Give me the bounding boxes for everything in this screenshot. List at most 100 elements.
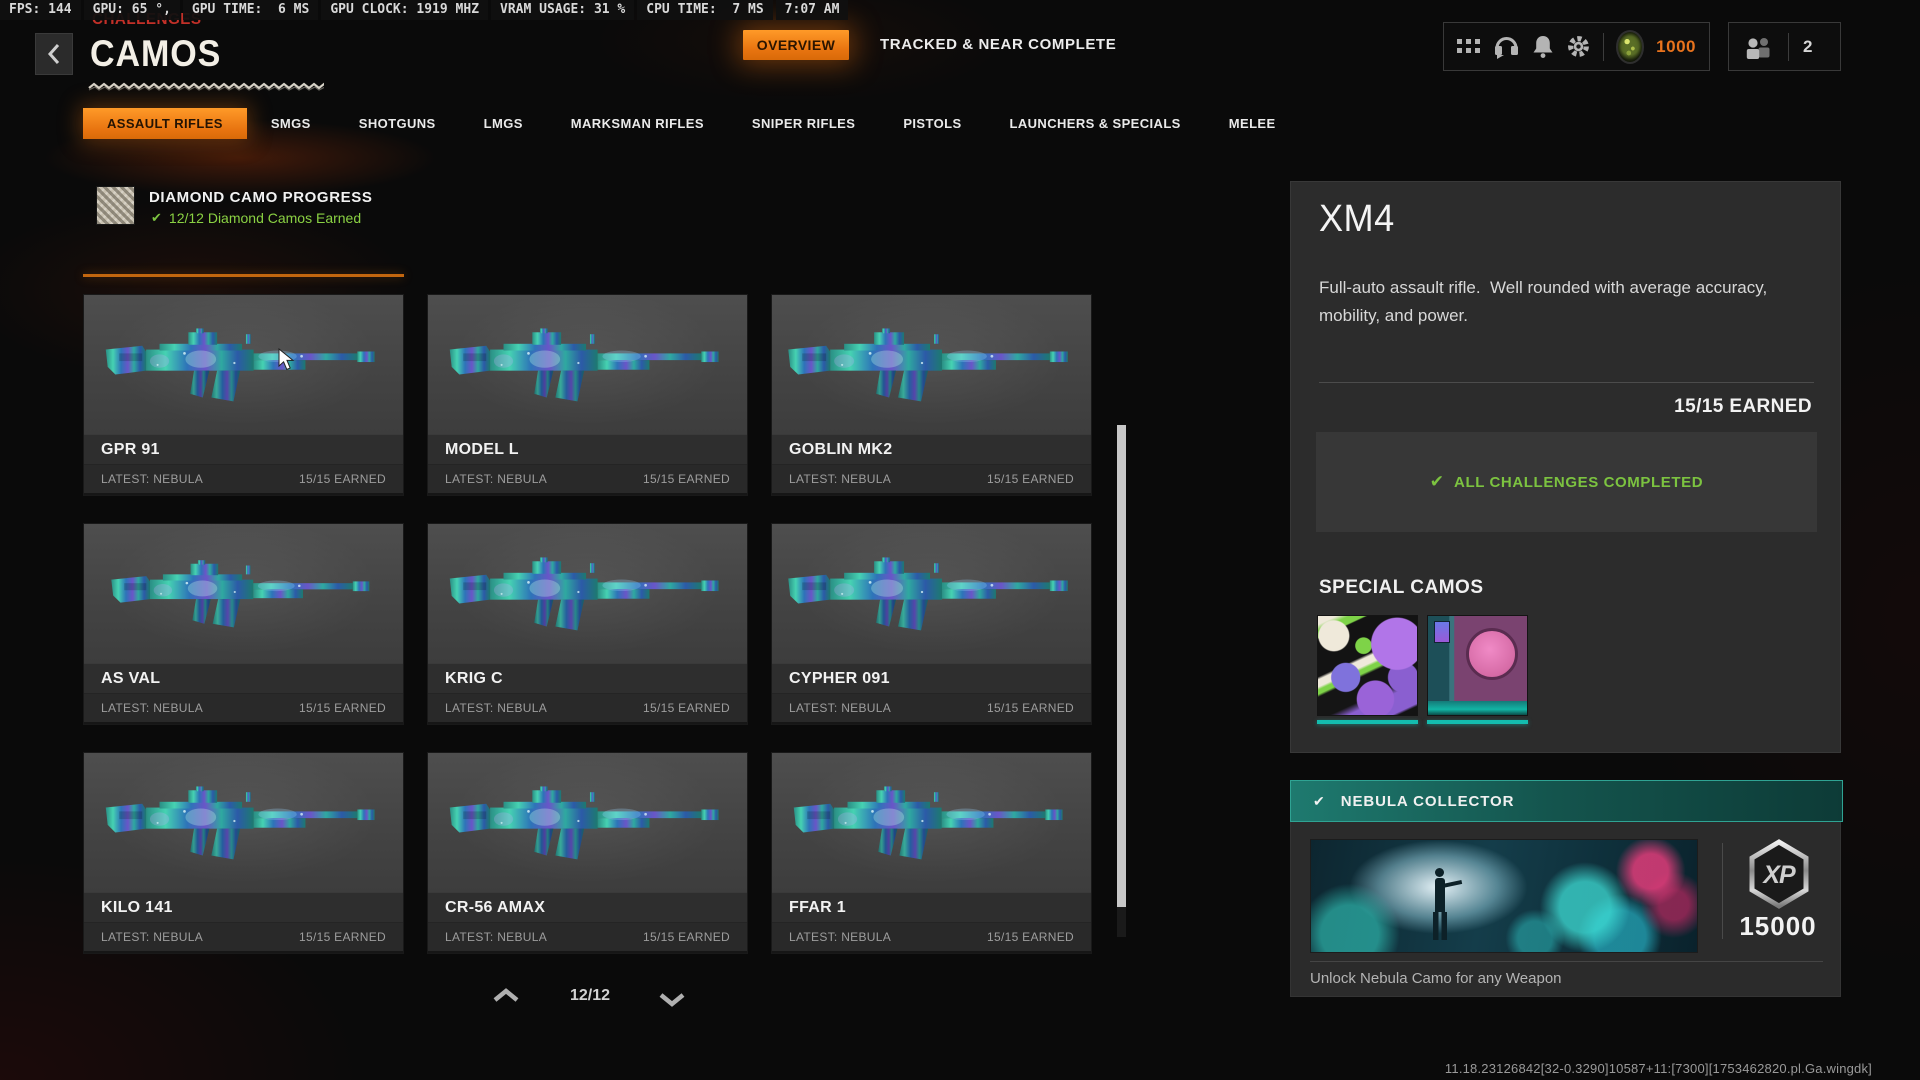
nebula-camo-rifle-render [793,786,1063,860]
headset-icon[interactable] [1493,35,1520,59]
special-camo-machine[interactable] [1427,615,1528,724]
weapon-image [428,524,747,663]
page-down-button[interactable] [658,992,686,1012]
party-count: 2 [1803,36,1813,56]
diamond-camo-thumbnail [96,186,135,225]
divider [1722,843,1723,939]
weapon-image [428,295,747,434]
weapon-name: KILO 141 [84,892,403,922]
title-underline-scribble [88,82,324,91]
weapon-card-krig-c[interactable]: KRIG C LATEST: NEBULA 15/15 EARNED [427,523,748,725]
collector-banner: ✔ NEBULA COLLECTOR [1290,780,1843,822]
weapon-card-goblin-mk2[interactable]: GOBLIN MK2 LATEST: NEBULA 15/15 EARNED [771,294,1092,496]
tab-launchers-specials[interactable]: LAUNCHERS & SPECIALS [986,108,1205,139]
weapon-detail-title: XM4 [1319,198,1395,240]
weapon-card-cr-56-amax[interactable]: CR-56 AMAX LATEST: NEBULA 15/15 EARNED [427,752,748,954]
weapon-card-footer: LATEST: NEBULA 15/15 EARNED [772,693,1091,724]
latest-camo-label: LATEST: NEBULA [445,701,548,715]
camo-art-detail [1466,628,1518,680]
overview-button[interactable]: OVERVIEW [743,30,849,60]
weapon-name: FFAR 1 [772,892,1091,922]
earned-count-label: 15/15 EARNED [987,930,1074,944]
latest-camo-label: LATEST: NEBULA [445,472,548,486]
diamond-progress-title: DIAMOND CAMO PROGRESS [149,189,373,206]
gear-icon[interactable] [1566,34,1591,59]
weapon-grid: GPR 91 LATEST: NEBULA 15/15 EARNED MODEL LL… [83,294,1092,954]
weapon-image [84,753,403,892]
grid-scrollbar-track[interactable] [1117,425,1126,937]
perf-chip: GPU TIME: 6 MS [182,0,319,20]
hud-utility-box: 1000 [1443,22,1710,71]
special-camo-abstract[interactable] [1317,615,1418,724]
nebula-collector-art [1310,839,1698,953]
earned-count-label: 15/15 EARNED [987,701,1074,715]
tab-sniper-rifles[interactable]: SNIPER RIFLES [728,108,879,139]
check-icon: ✔ [1429,472,1445,491]
weapon-description: Full-auto assault rifle. Well rounded wi… [1319,278,1772,325]
weapon-image [772,295,1091,434]
tab-assault-rifles[interactable]: ASSAULT RIFLES [83,108,247,139]
divider [1310,961,1823,962]
weapon-card-footer: LATEST: NEBULA 15/15 EARNED [772,922,1091,953]
section-accent-rule [83,274,404,277]
grid-scrollbar-thumb[interactable] [1117,425,1126,907]
earned-count-label: 15/15 EARNED [299,472,386,486]
weapon-name: AS VAL [84,663,403,693]
weapon-image [772,524,1091,663]
weapon-card-gpr-91[interactable]: GPR 91 LATEST: NEBULA 15/15 EARNED [83,294,404,496]
social-people-icon [1744,35,1774,59]
diamond-progress-text: 12/12 Diamond Camos Earned [168,210,362,226]
grid-menu-icon[interactable] [1457,38,1481,55]
bell-icon[interactable] [1532,35,1554,59]
nebula-camo-rifle-render [449,328,719,402]
weapon-card-as-val[interactable]: AS VAL LATEST: NEBULA 15/15 EARNED [83,523,404,725]
weapon-card-footer: LATEST: NEBULA 15/15 EARNED [428,922,747,953]
xp-label: XP [1761,861,1796,889]
latest-camo-label: LATEST: NEBULA [101,930,204,944]
tab-pistols[interactable]: PISTOLS [879,108,985,139]
tab-lmgs[interactable]: LMGS [460,108,547,139]
weapon-card-cypher-091[interactable]: CYPHER 091 LATEST: NEBULA 15/15 EARNED [771,523,1092,725]
check-icon: ✔ [1313,792,1325,809]
special-camo-art [1317,615,1418,716]
build-version: 11.18.23126842[32-0.3290]10587+11:[7300]… [1444,1061,1872,1076]
coin-icon [1615,29,1645,64]
diamond-progress-status: ✔ 12/12 Diamond Camos Earned [151,210,361,226]
weapon-name: GOBLIN MK2 [772,434,1091,464]
weapon-image [84,295,403,434]
hud-divider [1603,32,1604,61]
nebula-camo-rifle-render [449,786,719,860]
tab-smgs[interactable]: SMGS [247,108,335,139]
camo-equipped-bar [1317,720,1418,724]
camos-earned-count: 15/15 EARNED [1674,396,1812,417]
weapon-name: MODEL L [428,434,747,464]
weapon-card-footer: LATEST: NEBULA 15/15 EARNED [84,464,403,495]
performance-overlay: FPS: 144 GPU: 65 °, GPU TIME: 6 MS GPU CLOC… [0,0,849,20]
tab-shotguns[interactable]: SHOTGUNS [335,108,460,139]
weapon-card-footer: LATEST: NEBULA 15/15 EARNED [428,693,747,724]
weapon-image [84,524,403,663]
weapon-name: GPR 91 [84,434,403,464]
figure-silhouette [1429,868,1463,940]
back-button[interactable] [35,33,73,75]
collector-title: NEBULA COLLECTOR [1340,792,1515,810]
earned-count-label: 15/15 EARNED [643,472,730,486]
weapon-card-model-l[interactable]: MODEL L LATEST: NEBULA 15/15 EARNED [427,294,748,496]
tab-melee[interactable]: MELEE [1205,108,1300,139]
perf-chip: 7:07 AM [775,0,849,20]
chevron-down-icon [659,993,685,1007]
hud-social-box[interactable]: 2 [1728,22,1841,71]
earned-count-label: 15/15 EARNED [299,701,386,715]
page-up-button[interactable] [492,988,520,1008]
currency-balance: 1000 [1656,36,1696,56]
camo-art-detail [1428,701,1527,715]
weapon-card-kilo-141[interactable]: KILO 141 LATEST: NEBULA 15/15 EARNED [83,752,404,954]
weapon-card-ffar-1[interactable]: FFAR 1 LATEST: NEBULA 15/15 EARNED [771,752,1092,954]
page-title: CAMOS [90,33,222,74]
tab-marksman-rifles[interactable]: MARKSMAN RIFLES [547,108,728,139]
all-challenges-completed-box: ✔ ALL CHALLENGES COMPLETED [1316,432,1817,532]
nebula-camo-rifle-render [449,557,719,631]
weapon-card-footer: LATEST: NEBULA 15/15 EARNED [84,693,403,724]
weapon-class-tab-bar: ASSAULT RIFLES SMGS SHOTGUNS LMGS MARKSMAN R… [83,108,1300,139]
latest-camo-label: LATEST: NEBULA [789,701,892,715]
